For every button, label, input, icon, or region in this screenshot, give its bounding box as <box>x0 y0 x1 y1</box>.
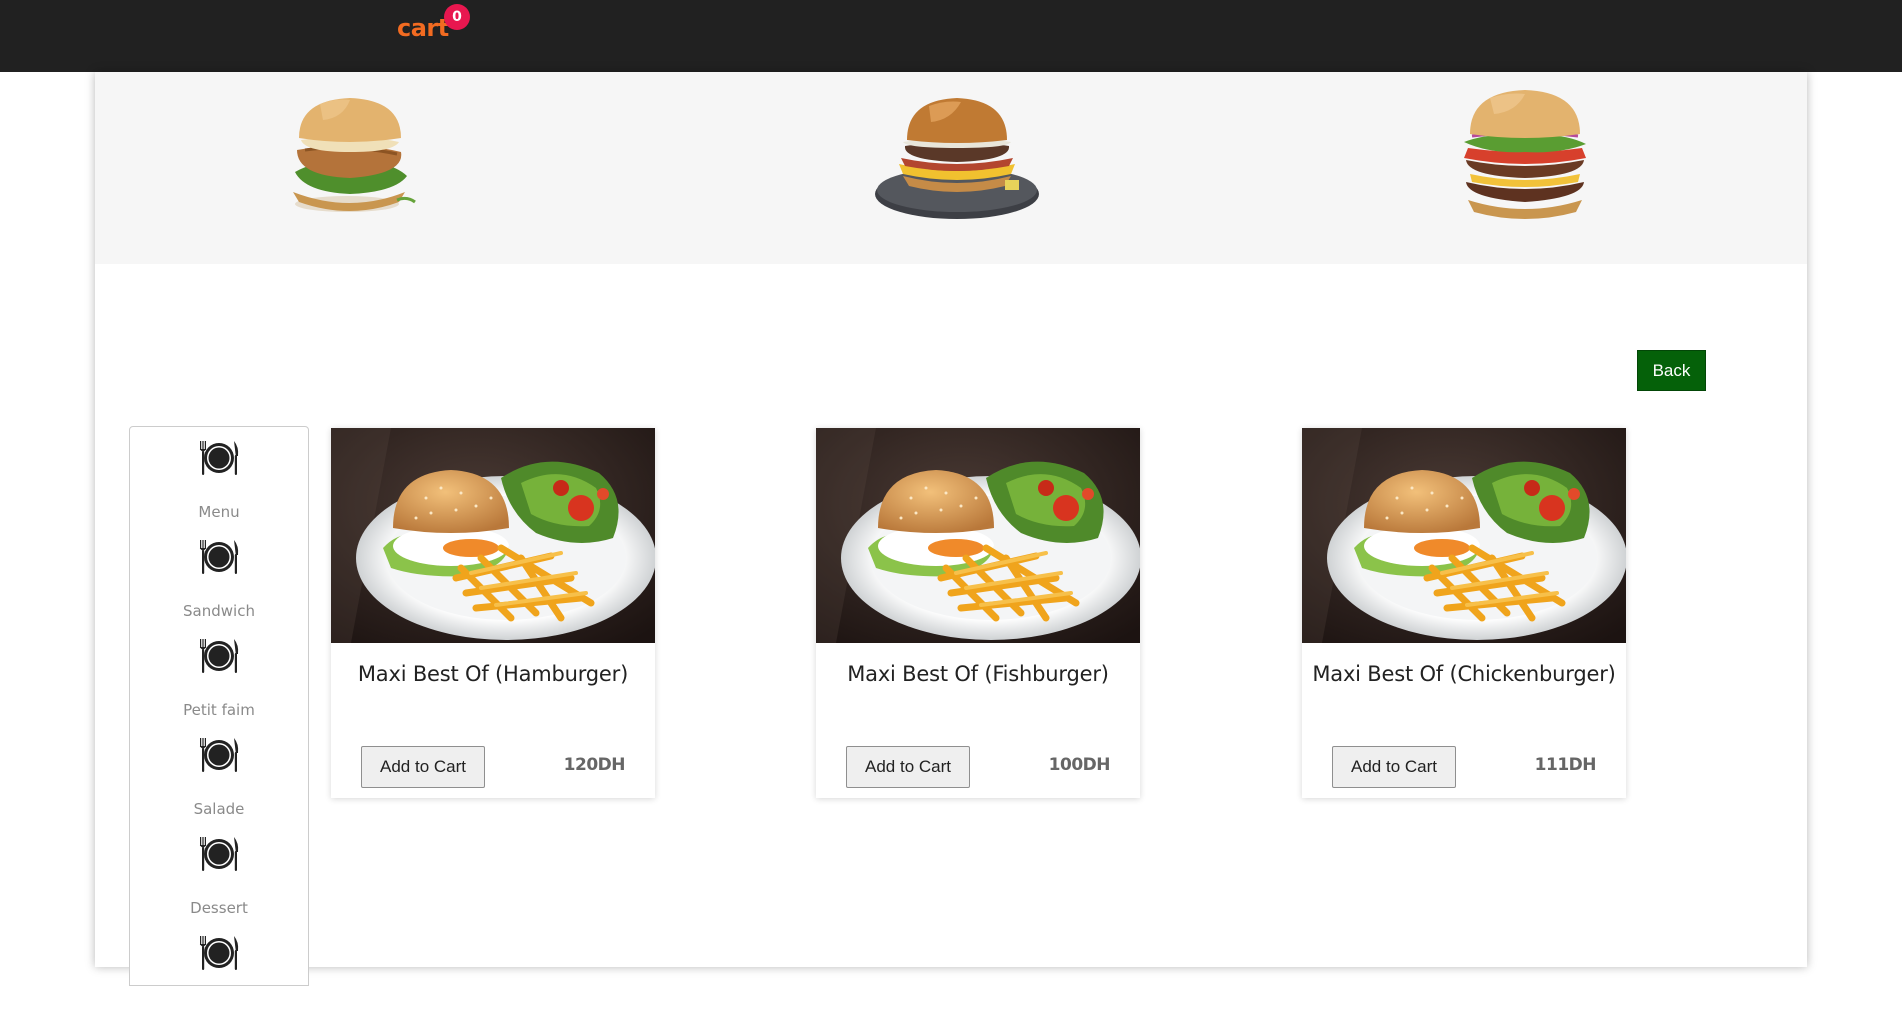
product-card: Maxi Best Of (Fishburger) Add to Cart 10… <box>816 428 1140 798</box>
category-sidebar: Menu Sandwich Petit faim Salade Dessert <box>129 426 309 986</box>
product-name: Maxi Best Of (Fishburger) <box>847 662 1109 686</box>
sidebar-item-label: Petit faim <box>183 701 255 719</box>
top-navbar: cart 0 <box>0 0 1902 72</box>
product-price: 120DH <box>563 755 626 775</box>
sidebar-item-sandwich[interactable]: Sandwich <box>130 538 308 626</box>
product-card: Maxi Best Of (Hamburger) Add to Cart 120… <box>331 428 655 798</box>
sidebar-item-label: Dessert <box>190 899 248 917</box>
plate-cutlery-icon <box>197 538 241 576</box>
product-price: 100DH <box>1048 755 1111 775</box>
sidebar-item-petit-faim[interactable]: Petit faim <box>130 637 308 725</box>
back-button[interactable]: Back <box>1637 350 1706 391</box>
product-price: 111DH <box>1534 755 1597 775</box>
plate-cutlery-icon <box>197 835 241 873</box>
plate-cutlery-icon <box>197 637 241 675</box>
sidebar-item-salade[interactable]: Salade <box>130 736 308 824</box>
burger-fries-plate-image <box>816 428 1140 643</box>
burger-fries-plate-image <box>331 428 655 643</box>
burger-fries-plate-image <box>1302 428 1626 643</box>
sidebar-item-menu[interactable]: Menu <box>130 439 308 527</box>
cart-link[interactable]: cart <box>397 14 449 42</box>
bacon-burger-image <box>875 98 1039 219</box>
product-card: Maxi Best Of (Chickenburger) Add to Cart… <box>1302 428 1626 798</box>
plate-cutlery-icon <box>197 736 241 774</box>
chicken-burger-image <box>293 98 416 212</box>
cart-count-badge: 0 <box>444 4 470 30</box>
add-to-cart-button[interactable]: Add to Cart <box>846 746 970 788</box>
product-name: Maxi Best Of (Hamburger) <box>357 662 629 686</box>
sidebar-item-dessert[interactable]: Dessert <box>130 835 308 923</box>
add-to-cart-button[interactable]: Add to Cart <box>1332 746 1456 788</box>
hero-banner <box>95 72 1807 264</box>
sidebar-item-label: Sandwich <box>183 602 255 620</box>
plate-cutlery-icon <box>197 439 241 477</box>
plate-cutlery-icon <box>197 934 241 972</box>
add-to-cart-button[interactable]: Add to Cart <box>361 746 485 788</box>
double-burger-image <box>1464 90 1586 219</box>
sidebar-item-more[interactable] <box>130 934 308 1022</box>
sidebar-item-label: Salade <box>193 800 245 818</box>
sidebar-item-label: Menu <box>198 503 240 521</box>
product-name: Maxi Best Of (Chickenburger) <box>1312 662 1616 686</box>
